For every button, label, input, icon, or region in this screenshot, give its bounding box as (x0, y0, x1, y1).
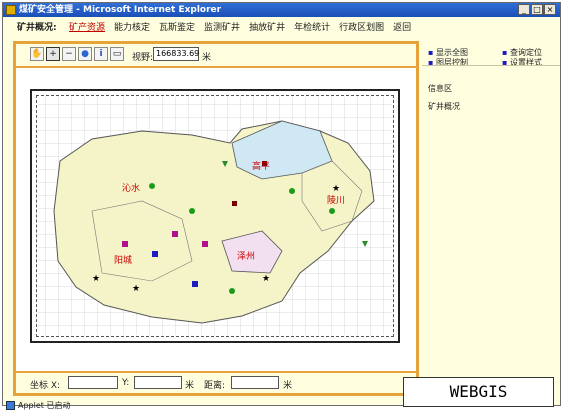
zoom-out-icon[interactable]: − (62, 47, 76, 61)
mine-marker[interactable]: ★ (262, 274, 270, 284)
mine-marker[interactable] (122, 241, 128, 247)
pan-hand-icon[interactable]: ✋ (30, 47, 44, 61)
mine-marker[interactable] (232, 201, 237, 206)
right-panel: ▪ 显示全图 ▪ 查询定位 ▪ 图层控制 ▪ 设置样式 信息区 矿井概况 (422, 41, 560, 396)
menu-title: 矿井概况: (17, 23, 57, 33)
view-scale-input[interactable]: 166833.69 (153, 47, 199, 61)
coord-y-label: Y: (122, 378, 130, 388)
browser-window: 煤矿安全管理 - Microsoft Internet Explorer _ □… (2, 2, 561, 406)
show-full-map-label: 显示全图 (435, 48, 468, 57)
menu-item-capacity-check[interactable]: 能力核定 (114, 17, 150, 39)
minimize-button[interactable]: _ (518, 4, 530, 15)
bullet-icon: ▪ (502, 48, 508, 57)
menu-item-gas-identification[interactable]: 瓦斯鉴定 (159, 17, 195, 39)
panel-divider (422, 65, 560, 66)
set-style-link[interactable]: ▪ 设置样式 (502, 57, 542, 68)
menu-item-monitored-mines[interactable]: 监测矿井 (204, 17, 240, 39)
menu-item-mineral-resources[interactable]: 矿产资源 (69, 17, 105, 39)
menu-items: 矿产资源 能力核定 瓦斯鉴定 监测矿井 抽放矿井 年检统计 行政区划图 返回 (69, 17, 411, 39)
status-bar: Applet 已启动 (2, 399, 402, 412)
title-bar: 煤矿安全管理 - Microsoft Internet Explorer _ □… (3, 3, 560, 17)
mine-marker[interactable] (202, 241, 208, 247)
mine-marker[interactable]: ★ (332, 184, 340, 194)
mine-marker[interactable]: ★ (132, 284, 140, 294)
info-area-text: 矿井概况 (428, 102, 460, 111)
coord-unit-label: 米 (185, 381, 195, 391)
window-title: 煤矿安全管理 - Microsoft Internet Explorer (19, 5, 222, 15)
city-label-zezhou: 泽州 (237, 251, 255, 262)
query-locate-label: 查询定位 (509, 48, 542, 57)
info-area-title: 信息区 (428, 84, 452, 93)
map-toolbar: ✋ + − ● i ▭ 视野: 166833.69 米 (16, 44, 416, 68)
mine-marker[interactable] (229, 288, 235, 294)
close-button[interactable]: × (544, 4, 556, 15)
mine-marker[interactable] (192, 281, 198, 287)
mine-marker[interactable] (149, 183, 155, 189)
legend-icon[interactable]: ▭ (110, 47, 124, 61)
globe-icon[interactable]: ● (78, 47, 92, 61)
zoom-in-icon[interactable]: + (46, 47, 60, 61)
mine-marker[interactable] (329, 208, 335, 214)
city-label-lingchuan: 陵川 (327, 195, 345, 206)
city-label-qinshui: 沁水 (122, 182, 140, 194)
menu-item-back[interactable]: 返回 (393, 17, 411, 39)
ie-app-icon (6, 5, 16, 15)
menu-bar: 矿井概况: 矿产资源 能力核定 瓦斯鉴定 监测矿井 抽放矿井 年检统计 行政区划… (3, 17, 560, 39)
coord-x-label: 坐标 X: (30, 381, 61, 391)
city-label-yangcheng: 阳城 (114, 255, 132, 266)
coordinate-bar: 坐标 X: Y: 米 距离: 米 (16, 371, 416, 393)
menu-item-admin-map[interactable]: 行政区划图 (339, 17, 384, 39)
view-unit: 米 (202, 53, 212, 63)
menu-item-annual-inspection[interactable]: 年检统计 (294, 17, 330, 39)
mine-marker[interactable] (152, 251, 158, 257)
mine-marker[interactable]: ★ (92, 274, 100, 284)
coord-x-input[interactable] (68, 376, 118, 389)
distance-label: 距离: (204, 381, 226, 391)
map-canvas[interactable]: ★ ★ ★ ★ 沁水 高平 陵川 阳城 泽州 (32, 91, 398, 341)
maximize-button[interactable]: □ (531, 4, 543, 15)
city-label-gaoping: 高平 (252, 160, 270, 172)
mine-marker[interactable] (189, 208, 195, 214)
info-icon[interactable]: i (94, 47, 108, 61)
mine-marker[interactable] (172, 231, 178, 237)
view-label: 视野: (132, 53, 154, 63)
layer-control-link[interactable]: ▪ 图层控制 (428, 57, 468, 68)
applet-status-icon (6, 401, 15, 410)
coord-y-input[interactable] (134, 376, 182, 389)
mine-marker[interactable] (289, 188, 295, 194)
distance-unit-label: 米 (283, 381, 293, 391)
webgis-badge: WEBGIS (403, 377, 554, 407)
status-text: Applet 已启动 (18, 401, 71, 410)
bullet-icon: ▪ (428, 48, 434, 57)
distance-input[interactable] (231, 376, 279, 389)
map-frame[interactable]: ★ ★ ★ ★ 沁水 高平 陵川 阳城 泽州 (30, 89, 400, 343)
menu-item-drainage-mines[interactable]: 抽放矿井 (249, 17, 285, 39)
map-panel: ✋ + − ● i ▭ 视野: 166833.69 米 ★ ★ ★ ★ 沁水 高… (13, 41, 419, 396)
